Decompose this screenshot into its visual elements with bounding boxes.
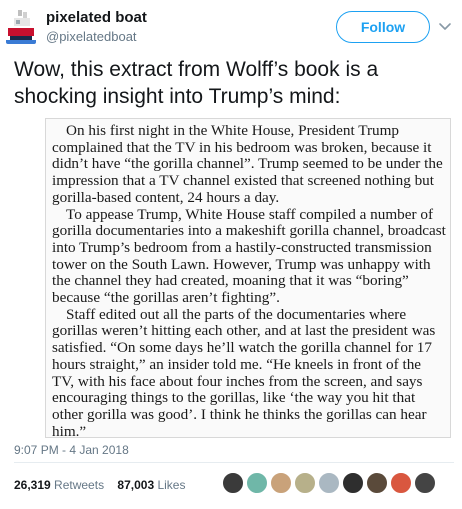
avatar-icon[interactable] bbox=[270, 472, 292, 494]
avatar-icon[interactable] bbox=[246, 472, 268, 494]
user-name[interactable]: pixelated boat bbox=[46, 9, 147, 26]
avatar[interactable] bbox=[6, 6, 36, 44]
avatar-icon[interactable] bbox=[366, 472, 388, 494]
extract-paragraph: On his first night in the White House, P… bbox=[52, 122, 443, 206]
avatar-icon[interactable] bbox=[294, 472, 316, 494]
likes-stat[interactable]: 87,003 Likes bbox=[117, 478, 185, 492]
avatar-icon[interactable] bbox=[318, 472, 340, 494]
likes-label: Likes bbox=[157, 478, 186, 492]
extract-paragraph: To appease Trump, White House staff comp… bbox=[52, 205, 446, 307]
likes-count: 87,003 bbox=[117, 478, 155, 492]
retweets-label: Retweets bbox=[54, 478, 105, 492]
avatar-icon[interactable] bbox=[342, 472, 364, 494]
tweet-text: Wow, this extract from Wolff’s book is a… bbox=[14, 58, 379, 108]
retweets-stat[interactable]: 26,319 Retweets bbox=[14, 478, 104, 492]
extract-text: On his first night in the White House, P… bbox=[52, 122, 446, 438]
tweet-header: pixelated boat @pixelatedboat Follow bbox=[0, 0, 462, 50]
tweet-stats: 26,319 Retweets 87,003 Likes bbox=[14, 478, 185, 492]
boat-avatar-icon bbox=[6, 6, 36, 44]
chevron-down-icon[interactable] bbox=[436, 17, 454, 35]
tweet-timestamp[interactable]: 9:07 PM - 4 Jan 2018 bbox=[14, 443, 129, 457]
extract-paragraph: Staff edited out all the parts of the do… bbox=[52, 305, 436, 438]
divider bbox=[14, 462, 454, 463]
avatar-icon[interactable] bbox=[414, 472, 436, 494]
avatar-icon[interactable] bbox=[390, 472, 412, 494]
avatar-icon[interactable] bbox=[222, 472, 244, 494]
follow-button[interactable]: Follow bbox=[336, 11, 430, 43]
retweets-count: 26,319 bbox=[14, 478, 51, 492]
book-extract-image[interactable]: On his first night in the White House, P… bbox=[45, 118, 451, 438]
user-handle[interactable]: @pixelatedboat bbox=[46, 29, 137, 44]
